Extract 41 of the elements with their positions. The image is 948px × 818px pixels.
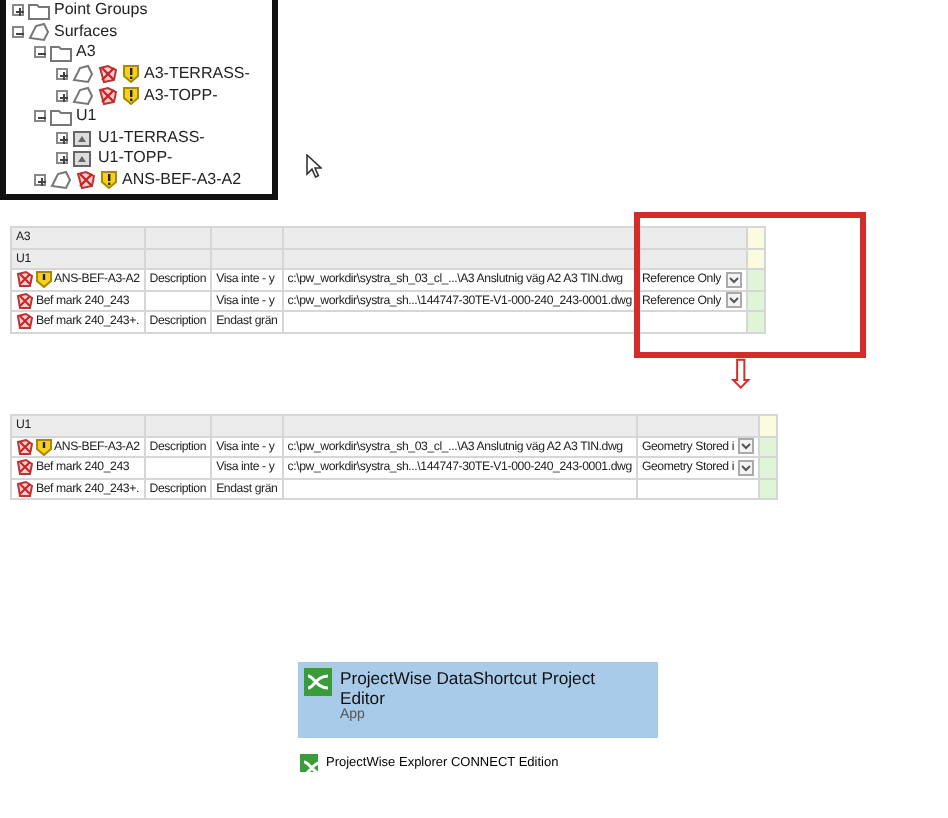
tree-item-label[interactable]: A3-TERRASS-: [144, 62, 250, 87]
tree-item-label[interactable]: U1-TERRASS-: [98, 125, 205, 150]
down-arrow: ⇩: [724, 356, 758, 396]
app-icon: [300, 754, 318, 773]
surface-icon: [50, 170, 72, 191]
surface-icon: [16, 437, 34, 456]
expander-icon[interactable]: [56, 89, 68, 102]
folder-icon: [50, 42, 72, 63]
folder-icon: [28, 0, 50, 21]
expander-icon[interactable]: [56, 68, 68, 81]
expander-icon[interactable]: [34, 174, 46, 187]
surface-icon: [16, 312, 34, 331]
surface-icon: [16, 291, 34, 310]
tree-item-label[interactable]: A3: [76, 40, 96, 65]
app-icon: [304, 668, 332, 696]
expander-icon[interactable]: [56, 131, 68, 144]
tree-item-label[interactable]: Surfaces: [54, 19, 118, 44]
expander-icon[interactable]: [12, 25, 24, 38]
tree-item-label[interactable]: ANS-BEF-A3-A2: [122, 168, 242, 193]
reference-surface-icon: [72, 127, 94, 148]
expander-icon[interactable]: [34, 110, 46, 123]
surface-icon: [72, 85, 94, 106]
surface-icon: [16, 479, 34, 498]
expander-icon[interactable]: [56, 152, 68, 165]
dropdown-icon[interactable]: [725, 271, 741, 288]
surface-icon: [16, 270, 34, 289]
mouse-cursor-icon: [306, 154, 322, 178]
tree-item-label[interactable]: Point Groups: [54, 0, 148, 23]
expander-icon[interactable]: [12, 4, 24, 17]
surface-icon: [28, 21, 50, 42]
dropdown-icon[interactable]: [738, 438, 754, 455]
tree-item-label[interactable]: A3-TOPP-: [144, 83, 218, 108]
expander-icon[interactable]: [34, 46, 46, 59]
surface-icon: [16, 458, 34, 477]
folder-icon: [50, 106, 72, 127]
dropdown-icon[interactable]: [738, 459, 754, 476]
tree-item-label[interactable]: U1-TOPP-: [98, 146, 173, 171]
tree-item-label[interactable]: U1: [76, 104, 97, 129]
reference-surface-icon: [72, 148, 94, 169]
dropdown-icon[interactable]: [725, 292, 741, 309]
surface-icon: [72, 64, 94, 85]
